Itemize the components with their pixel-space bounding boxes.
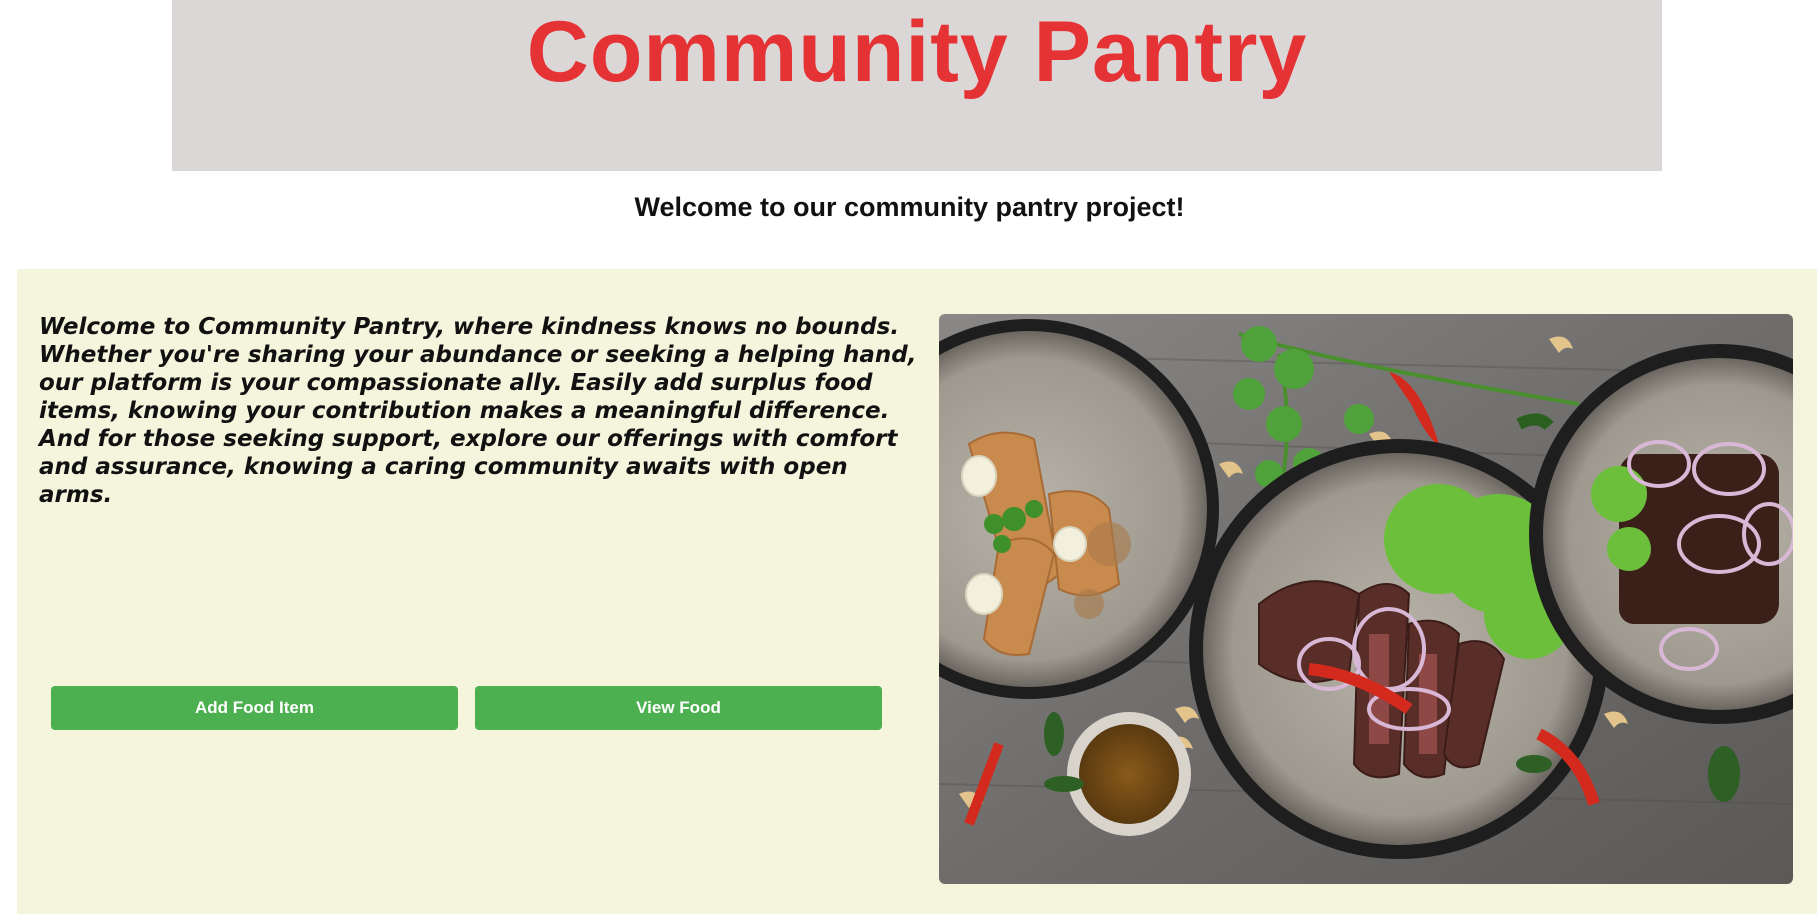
view-food-button[interactable]: View Food [475,686,882,730]
intro-paragraph: Welcome to Community Pantry, where kindn… [39,314,917,508]
main-panel: Welcome to Community Pantry, where kindn… [17,269,1817,914]
welcome-heading: Welcome to our community pantry project! [634,192,1185,222]
food-photo [939,314,1793,884]
add-food-item-button[interactable]: Add Food Item [51,686,458,730]
site-title: Community Pantry [526,4,1308,100]
site-header: Community Pantry [172,0,1662,171]
